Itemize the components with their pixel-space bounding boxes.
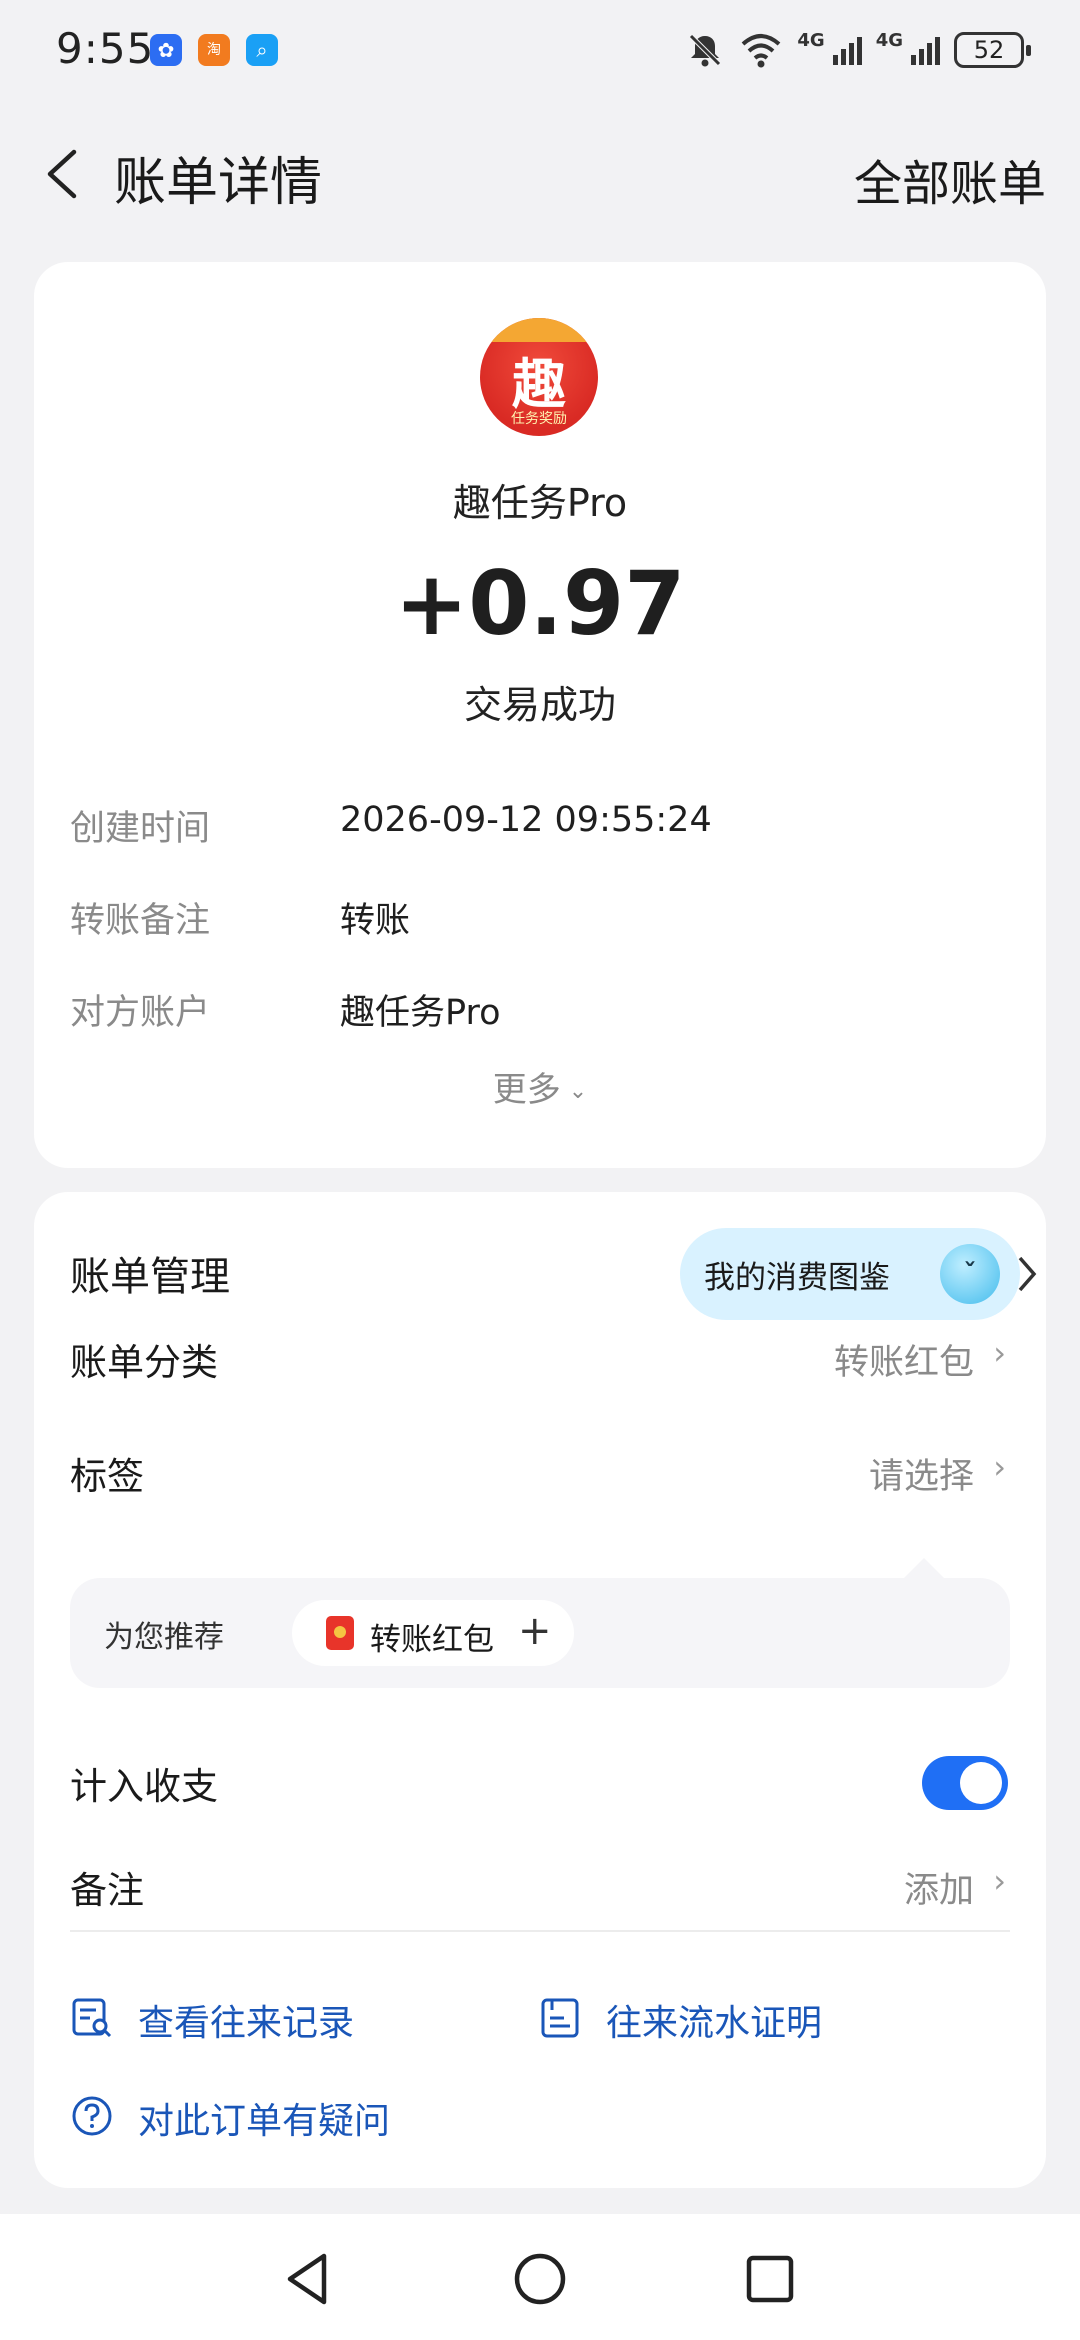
nav-home-icon[interactable] [505,2244,575,2314]
status-bar: 9:55 ✿ 淘 ⌕ 4G 4G 52 [0,0,1080,100]
recommend-panel: 为您推荐 转账红包 + [70,1558,1010,1688]
row-value: 添加 [903,1871,974,1911]
more-label: 更多 [492,1070,561,1110]
battery-level: 52 [973,36,1005,64]
network-type-1: 4G [797,30,825,51]
detail-key: 创建时间 [70,809,211,849]
recommend-label: 为您推荐 [104,1620,224,1655]
chevron-right-icon: › [993,1862,1006,1900]
row-value: 请选择 [868,1457,974,1497]
detail-value[interactable]: 趣任务Pro [340,984,501,1035]
search-app-icon: ⌕ [246,34,278,66]
mute-bell-icon [689,34,722,67]
status-time: 9:55 [56,24,155,73]
link-label: 往来流水证明 [606,2003,823,2044]
signal-icon-2 [911,35,940,65]
bill-management-card: 账单管理 我的消费图鉴 ˇ 账单分类 转账红包 › 标签 请选择 › 为您推荐 … [34,1192,1046,2188]
divider [70,1930,1010,1932]
nav-back-icon[interactable] [274,2244,344,2314]
detail-row-counterparty: 对方账户 趣任务Pro [70,984,1010,1044]
row-label: 备注 [70,1869,144,1912]
chevron-right-icon: › [993,1334,1006,1372]
records-icon [72,1998,112,2038]
chevron-down-icon: ⌄ [568,1079,588,1104]
detail-row-created-time: 创建时间 2026-09-12 09:55:24 [70,800,1010,860]
detail-value: 转账 [340,901,411,941]
statement-icon [541,1998,579,2038]
row-label: 计入收支 [70,1765,218,1808]
red-packet-icon [326,1616,354,1650]
consumption-guide-button[interactable]: 我的消费图鉴 ˇ [680,1228,1020,1320]
all-bills-button[interactable]: 全部账单 [854,144,1046,214]
bill-category-row[interactable]: 账单分类 转账红包 › [70,1324,1010,1394]
include-in-budget-row: 计入收支 [70,1748,1010,1818]
navbar: 账单详情 全部账单 [0,110,1080,240]
mascot-icon: ˇ [940,1244,1000,1304]
link-label: 查看往来记录 [138,2003,355,2044]
view-records-link[interactable]: 查看往来记录 [70,1990,470,2050]
merchant-name: 趣任务Pro [452,481,628,525]
plus-icon: + [518,1608,552,1654]
more-button[interactable]: 更多 ⌄ [34,1062,1046,1111]
row-label: 账单分类 [70,1341,218,1384]
signal-icon-1 [832,35,862,65]
statement-proof-link[interactable]: 往来流水证明 [538,1990,938,2050]
transaction-card: 趣 任务奖励 趣任务Pro +0.97 交易成功 创建时间 2026-09-12… [34,262,1046,1168]
baidu-icon: ✿ [150,34,182,66]
order-question-link[interactable]: 对此订单有疑问 [70,2088,470,2148]
row-label: 标签 [70,1455,144,1498]
tag-row[interactable]: 标签 请选择 › [70,1438,1010,1508]
detail-row-transfer-note: 转账备注 转账 [70,892,1010,952]
row-value: 转账红包 [833,1343,974,1383]
chevron-right-icon [1018,1256,1037,1292]
recommend-chip-transfer-redpacket[interactable]: 转账红包 + [292,1600,574,1666]
nav-recents-icon[interactable] [735,2244,805,2314]
detail-key: 转账备注 [70,901,211,941]
back-arrow-icon[interactable] [36,144,96,204]
question-icon [72,2096,112,2136]
include-toggle[interactable] [922,1756,1008,1810]
detail-value: 2026-09-12 09:55:24 [340,800,712,840]
section-title: 账单管理 [70,1254,230,1300]
network-type-2: 4G [875,30,903,51]
chip-label: 转账红包 [370,1622,494,1658]
page-title: 账单详情 [114,153,323,213]
battery-icon: 52 [954,32,1031,68]
system-nav-bar [0,2214,1080,2340]
transaction-status: 交易成功 [463,683,616,727]
consumption-guide-label: 我的消费图鉴 [704,1260,890,1296]
wifi-icon [742,34,781,68]
detail-key: 对方账户 [70,993,211,1033]
taobao-icon: 淘 [198,34,230,66]
transaction-amount: +0.97 [394,552,686,655]
note-row[interactable]: 备注 添加 › [70,1852,1010,1922]
link-label: 对此订单有疑问 [138,2101,391,2142]
chevron-right-icon: › [993,1448,1006,1486]
app-logo: 趣 任务奖励 [480,318,598,436]
